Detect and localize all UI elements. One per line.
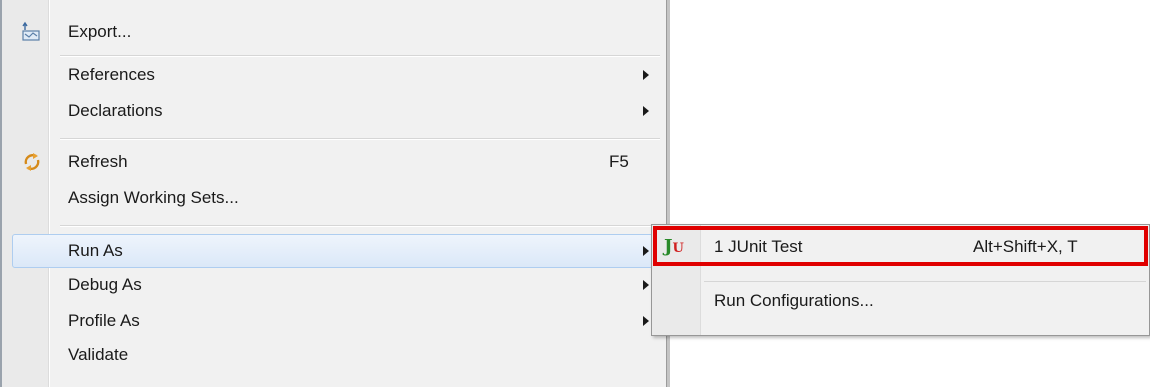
menu-item-partial bbox=[12, 372, 660, 387]
submenu-item-run-configurations[interactable]: Run Configurations... bbox=[656, 284, 1146, 318]
menu-item-references[interactable]: References bbox=[12, 58, 660, 92]
menu-item-label: Declarations bbox=[68, 101, 163, 120]
menu-item-label: References bbox=[68, 65, 155, 84]
menu-item-debug-as[interactable]: Debug As bbox=[12, 268, 660, 302]
menu-item-declarations[interactable]: Declarations bbox=[12, 94, 660, 128]
annotation-highlight-box bbox=[653, 226, 1148, 266]
menu-item-label: Assign Working Sets... bbox=[68, 188, 239, 207]
menu-separator bbox=[704, 281, 1146, 282]
context-menu: Export... References Declarations Refres… bbox=[2, 0, 667, 387]
submenu-arrow-icon bbox=[643, 106, 649, 116]
menu-item-label: Run As bbox=[68, 241, 123, 260]
submenu-arrow-icon bbox=[643, 246, 649, 256]
menu-separator bbox=[60, 225, 660, 227]
menu-item-profile-as[interactable]: Profile As bbox=[12, 304, 660, 338]
export-icon bbox=[20, 20, 44, 44]
menu-item-export[interactable]: Export... bbox=[12, 15, 660, 49]
menu-separator bbox=[60, 138, 660, 140]
submenu-arrow-icon bbox=[643, 70, 649, 80]
menu-item-refresh[interactable]: Refresh F5 bbox=[12, 145, 660, 179]
shortcut-label: F5 bbox=[609, 152, 629, 171]
submenu-arrow-icon bbox=[643, 316, 649, 326]
menu-item-assign-working-sets[interactable]: Assign Working Sets... bbox=[12, 181, 660, 215]
submenu-arrow-icon bbox=[643, 280, 649, 290]
menu-item-run-as[interactable]: Run As bbox=[12, 234, 660, 268]
menu-item-label: Profile As bbox=[68, 311, 140, 330]
menu-item-label: Validate bbox=[68, 345, 129, 364]
submenu-item-label: Run Configurations... bbox=[714, 291, 874, 310]
refresh-icon bbox=[20, 150, 44, 174]
menu-item-label: Refresh bbox=[68, 152, 128, 171]
menu-separator bbox=[60, 55, 660, 57]
menu-item-validate[interactable]: Validate bbox=[12, 338, 660, 372]
menu-item-label: Debug As bbox=[68, 275, 142, 294]
menu-item-label: Export... bbox=[68, 22, 132, 41]
